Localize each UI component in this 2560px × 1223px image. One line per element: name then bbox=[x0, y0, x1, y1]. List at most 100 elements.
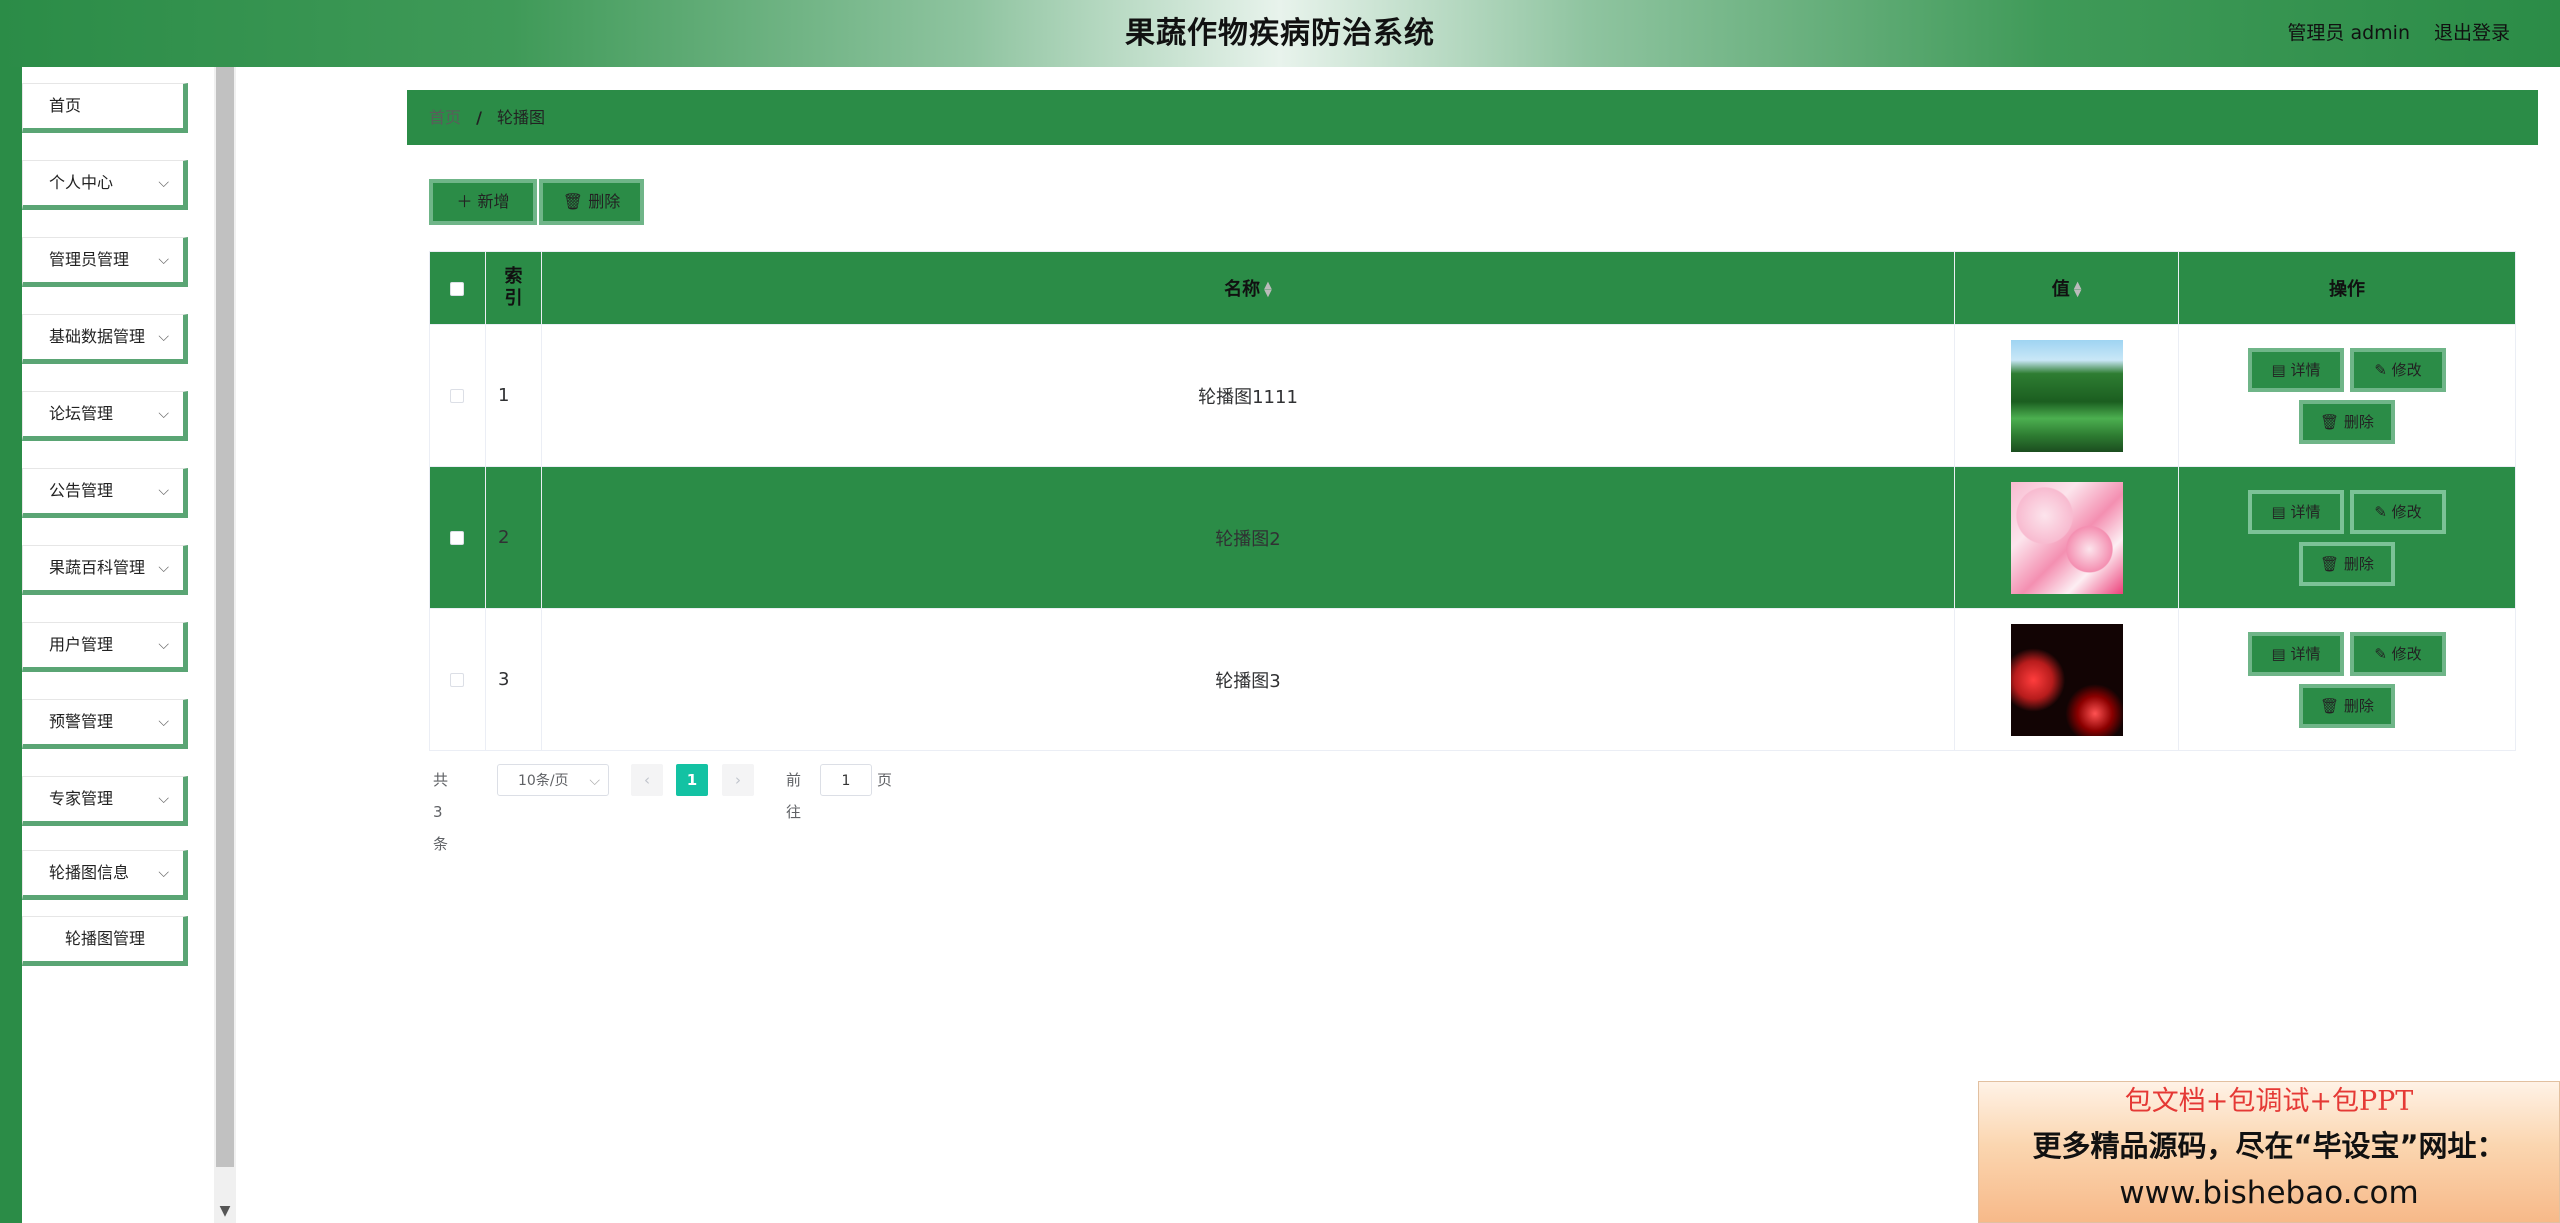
sidebar-item-label: 预警管理 bbox=[49, 712, 114, 731]
chevron-down-icon: ⌵ bbox=[158, 329, 169, 345]
sidebar-item-label: 基础数据管理 bbox=[49, 327, 146, 346]
edit-button[interactable]: ✎ 修改 bbox=[2350, 631, 2447, 676]
sidebar-item-label: 果蔬百科管理 bbox=[49, 558, 146, 577]
sidebar-item-users[interactable]: 用户管理 ⌵ bbox=[22, 622, 188, 672]
sidebar-item-encyclopedia[interactable]: 果蔬百科管理 ⌵ bbox=[22, 545, 188, 595]
sort-icon[interactable]: ▲ ▼ bbox=[1264, 281, 1272, 299]
chevron-down-icon: ⌵ bbox=[158, 406, 169, 422]
goto-suffix: 页 bbox=[877, 771, 893, 789]
column-header-name[interactable]: 名称 ▲ ▼ bbox=[540, 251, 1956, 325]
sidebar-item-profile[interactable]: 个人中心 ⌵ bbox=[22, 160, 188, 210]
row-actions: ▤ 详情 ✎ 修改 🗑 删除 bbox=[2178, 466, 2516, 609]
breadcrumb-separator: / bbox=[476, 108, 482, 127]
column-header-value[interactable]: 值 ▲ ▼ bbox=[1954, 251, 2180, 325]
sidebar-item-home[interactable]: 首页 bbox=[22, 83, 188, 133]
page-size-select[interactable]: 10条/页 ⌵ bbox=[497, 764, 609, 796]
sidebar-item-carousel-info[interactable]: 轮播图信息 ⌵ bbox=[22, 850, 188, 900]
pagination-total: 共 3 条 bbox=[433, 771, 449, 853]
row-name: 轮播图3 bbox=[540, 608, 1956, 751]
row-index: 3 bbox=[484, 608, 542, 751]
red-lanterns-image[interactable] bbox=[2010, 623, 2123, 736]
detail-button[interactable]: ▤ 详情 bbox=[2248, 631, 2345, 676]
current-user: 管理员 admin bbox=[2287, 22, 2410, 44]
sidebar-item-label: 管理员管理 bbox=[49, 250, 130, 269]
select-all-cell bbox=[429, 251, 486, 325]
sidebar-item-forum[interactable]: 论坛管理 ⌵ bbox=[22, 391, 188, 441]
breadcrumb-current: 轮播图 bbox=[497, 108, 546, 127]
chevron-down-icon: ⌵ bbox=[158, 560, 169, 576]
table-row: 1 轮播图1111 ▤ 详情 ✎ 修改 🗑 删除 bbox=[429, 324, 2516, 467]
page-number-current[interactable]: 1 bbox=[676, 764, 708, 796]
row-select-cell bbox=[429, 608, 486, 751]
breadcrumb: 首页 / 轮播图 bbox=[407, 90, 2538, 145]
page-size-value: 10条/页 bbox=[518, 773, 569, 789]
table-header-row: 索引 名称 ▲ ▼ 值 ▲ ▼ 操作 bbox=[429, 251, 2516, 325]
delete-button[interactable]: 🗑 删除 bbox=[2299, 541, 2396, 586]
chevron-down-icon: ⌵ bbox=[158, 175, 169, 191]
forest-image[interactable] bbox=[2010, 339, 2123, 452]
row-checkbox[interactable] bbox=[450, 531, 465, 545]
promo-line-2: 更多精品源码，尽在“毕设宝”网址： bbox=[2032, 1129, 2506, 1163]
promo-banner[interactable]: 包文档+包调试+包PPT 更多精品源码，尽在“毕设宝”网址： www.bishe… bbox=[1978, 1081, 2560, 1223]
sidebar-item-label: 个人中心 bbox=[49, 173, 114, 192]
row-select-cell bbox=[429, 324, 486, 467]
delete-button[interactable]: 🗑 删除 bbox=[2299, 399, 2396, 444]
next-page-button[interactable]: › bbox=[722, 764, 754, 796]
row-checkbox[interactable] bbox=[450, 673, 465, 687]
sidebar-scrollbar[interactable]: ▼ bbox=[214, 67, 236, 1223]
scrollbar-thumb[interactable] bbox=[216, 67, 234, 1167]
sidebar-item-label: 轮播图信息 bbox=[49, 863, 130, 882]
sidebar-item-admin[interactable]: 管理员管理 ⌵ bbox=[22, 237, 188, 287]
column-label: 索引 bbox=[504, 266, 523, 309]
chevron-down-icon: ⌵ bbox=[158, 483, 169, 499]
edit-button[interactable]: ✎ 修改 bbox=[2350, 489, 2447, 534]
row-actions: ▤ 详情 ✎ 修改 🗑 删除 bbox=[2178, 608, 2516, 751]
sidebar-item-basic-data[interactable]: 基础数据管理 ⌵ bbox=[22, 314, 188, 364]
detail-button[interactable]: ▤ 详情 bbox=[2248, 347, 2345, 392]
add-button[interactable]: ＋ 新增 bbox=[429, 179, 537, 225]
row-checkbox[interactable] bbox=[450, 389, 465, 403]
column-label: 操作 bbox=[2329, 279, 2366, 300]
sidebar-subitem-carousel-manage[interactable]: 轮播图管理 bbox=[22, 916, 188, 966]
column-label: 名称 bbox=[1224, 279, 1261, 300]
app-title: 果蔬作物疾病防治系统 bbox=[1125, 16, 1435, 51]
cherry-blossom-image[interactable] bbox=[2010, 481, 2123, 594]
carousel-table: 索引 名称 ▲ ▼ 值 ▲ ▼ 操作 1 轮播图1111 ▤ 详情 ✎ 修改 🗑 删除 bbox=[429, 251, 2516, 751]
goto-page-input[interactable]: 1 bbox=[820, 764, 872, 796]
sort-icon[interactable]: ▲ ▼ bbox=[2074, 281, 2082, 299]
breadcrumb-home[interactable]: 首页 bbox=[429, 108, 461, 127]
row-value-cell bbox=[1954, 324, 2180, 467]
sidebar-item-label: 论坛管理 bbox=[49, 404, 114, 423]
logout-link[interactable]: 退出登录 bbox=[2434, 0, 2510, 67]
select-all-checkbox[interactable] bbox=[450, 281, 465, 296]
edit-button[interactable]: ✎ 修改 bbox=[2350, 347, 2447, 392]
bulk-delete-button[interactable]: 🗑 删除 bbox=[539, 179, 644, 225]
sidebar-item-label: 公告管理 bbox=[49, 481, 114, 500]
table-row: 2 轮播图2 ▤ 详情 ✎ 修改 🗑 删除 bbox=[429, 466, 2516, 609]
row-index: 2 bbox=[484, 466, 542, 609]
row-select-cell bbox=[429, 466, 486, 609]
chevron-down-icon: ⌵ bbox=[158, 714, 169, 730]
sidebar-item-experts[interactable]: 专家管理 ⌵ bbox=[22, 776, 188, 826]
column-label: 值 bbox=[2051, 279, 2070, 300]
chevron-down-icon: ⌵ bbox=[158, 637, 169, 653]
row-actions: ▤ 详情 ✎ 修改 🗑 删除 bbox=[2178, 324, 2516, 467]
prev-page-button[interactable]: ‹ bbox=[631, 764, 663, 796]
sidebar-subitem-label: 轮播图管理 bbox=[65, 929, 146, 948]
sidebar-item-label: 用户管理 bbox=[49, 635, 114, 654]
sidebar-item-warning[interactable]: 预警管理 ⌵ bbox=[22, 699, 188, 749]
delete-button[interactable]: 🗑 删除 bbox=[2299, 683, 2396, 728]
sidebar-item-notice[interactable]: 公告管理 ⌵ bbox=[22, 468, 188, 518]
goto-label: 前往 bbox=[786, 771, 802, 821]
detail-button[interactable]: ▤ 详情 bbox=[2248, 489, 2345, 534]
row-name: 轮播图1111 bbox=[540, 324, 1956, 467]
chevron-down-icon: ⌵ bbox=[158, 252, 169, 268]
sidebar-item-label: 首页 bbox=[49, 96, 82, 115]
chevron-down-icon: ⌵ bbox=[589, 773, 600, 789]
row-index: 1 bbox=[484, 324, 542, 467]
scroll-down-icon[interactable]: ▼ bbox=[214, 1203, 236, 1219]
row-name: 轮播图2 bbox=[540, 466, 1956, 609]
row-value-cell bbox=[1954, 608, 2180, 751]
sidebar-item-label: 专家管理 bbox=[49, 789, 114, 808]
table-row: 3 轮播图3 ▤ 详情 ✎ 修改 🗑 删除 bbox=[429, 608, 2516, 751]
